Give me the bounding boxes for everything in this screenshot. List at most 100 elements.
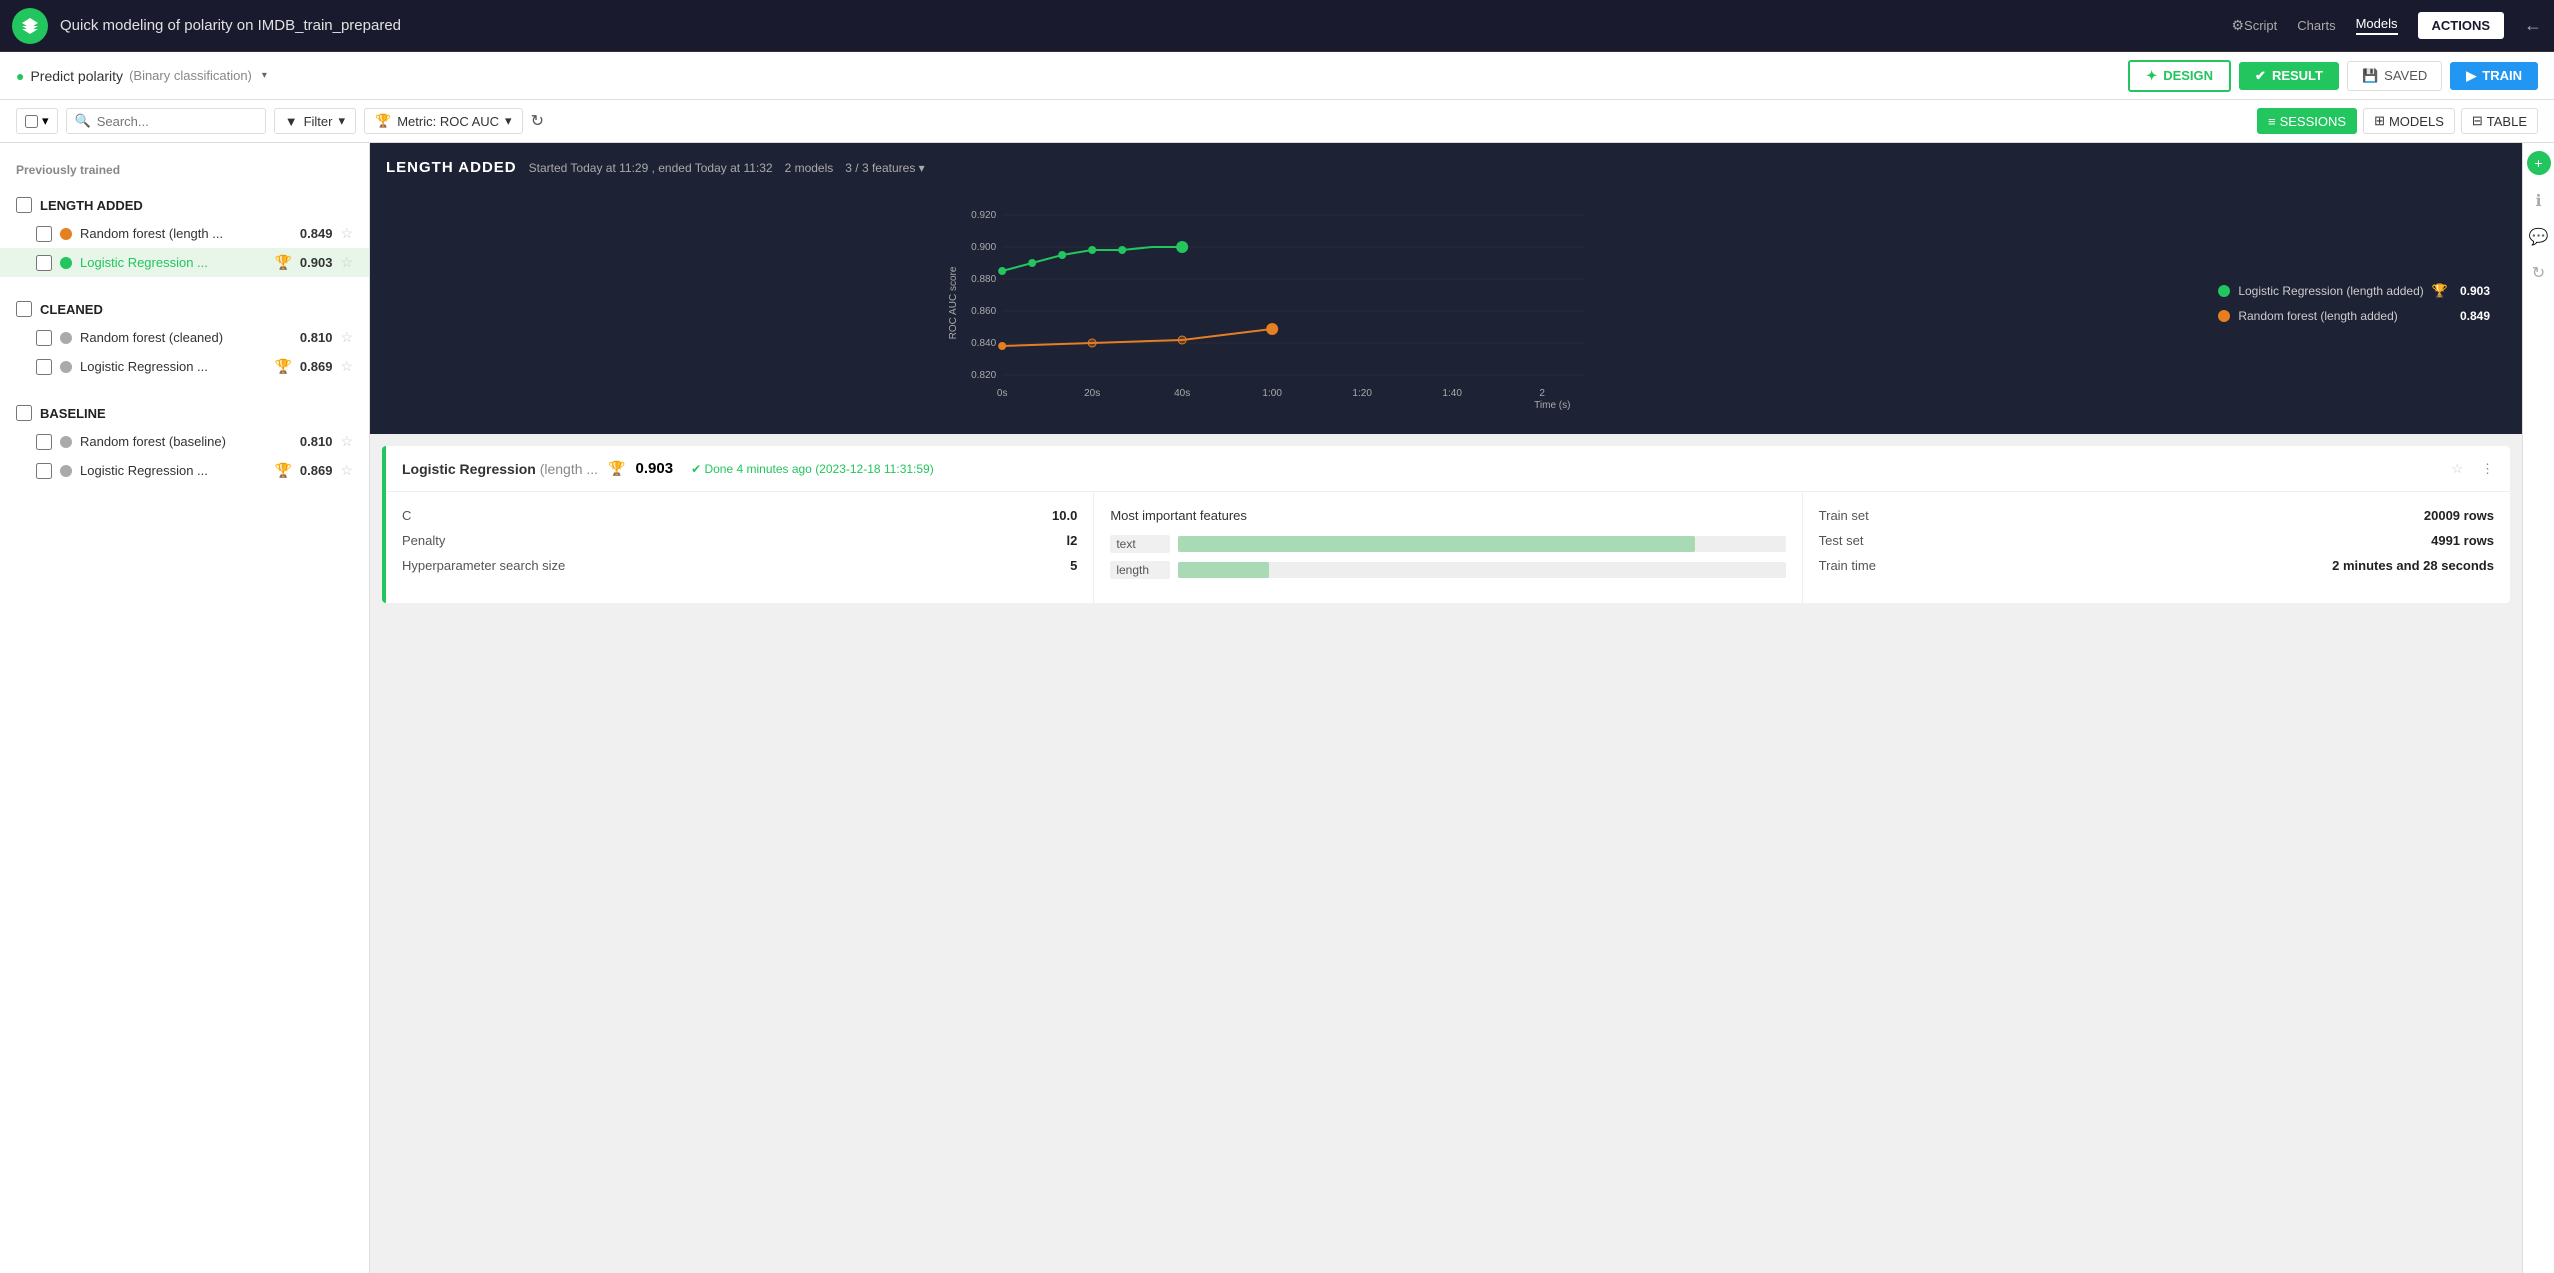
add-icon[interactable]: + — [2527, 151, 2551, 175]
feature-text-bar-bg — [1178, 536, 1785, 552]
model-card-features: Most important features text length — [1094, 492, 1802, 603]
section-cleaned-checkbox[interactable] — [16, 301, 32, 317]
nav-models[interactable]: Models — [2356, 16, 2398, 35]
main-layout: Previously trained LENGTH ADDED Random f… — [0, 143, 2554, 1273]
section-cleaned-title: CLEANED — [40, 302, 103, 317]
model-card-done: ✔ Done 4 minutes ago (2023-12-18 11:31:5… — [691, 462, 934, 476]
chart-svg: ROC AUC score 0.920 0.900 0.880 0.860 0.… — [386, 188, 2202, 418]
feature-length-label: length — [1110, 561, 1170, 579]
sub-nav-right: ✦ DESIGN ✔ RESULT 💾 SAVED ▶ TRAIN — [2128, 60, 2538, 92]
legend-score-lr: 0.903 — [2460, 284, 2490, 298]
predict-dropdown-arrow[interactable]: ▾ — [262, 70, 267, 81]
search-box: 🔍 — [66, 108, 266, 134]
predict-text: Predict polarity — [30, 68, 123, 84]
param-penalty-value: l2 — [1066, 533, 1077, 548]
model-name-rf-baseline: Random forest (baseline) — [80, 434, 292, 449]
select-all-checkbox[interactable]: ▾ — [16, 108, 58, 134]
spacer-1 — [0, 277, 369, 293]
section-cleaned: CLEANED — [0, 293, 369, 323]
model-item-rf-cleaned[interactable]: Random forest (cleaned) 0.810 ☆ — [0, 323, 369, 352]
model-name-rf-length: Random forest (length ... — [80, 226, 292, 241]
svg-text:0.820: 0.820 — [971, 370, 996, 381]
model-checkbox-lr-cleaned[interactable] — [36, 359, 52, 375]
section-length-added-checkbox[interactable] — [16, 197, 32, 213]
chat-icon[interactable]: 💬 — [2529, 227, 2549, 247]
checkbox-arrow[interactable]: ▾ — [42, 113, 49, 129]
model-checkbox-rf-baseline[interactable] — [36, 434, 52, 450]
svg-text:1:00: 1:00 — [1262, 388, 1282, 399]
result-icon: ✔ — [2255, 68, 2266, 84]
model-item-lr-cleaned[interactable]: Logistic Regression ... 🏆 0.869 ☆ — [0, 352, 369, 381]
settings-icon[interactable]: ⚙ — [2231, 17, 2244, 34]
result-button[interactable]: ✔ RESULT — [2239, 62, 2339, 90]
search-input[interactable] — [97, 114, 257, 129]
svg-text:0.880: 0.880 — [971, 274, 996, 285]
design-button[interactable]: ✦ DESIGN — [2128, 60, 2231, 92]
card-star-icon[interactable]: ☆ — [2451, 461, 2463, 477]
table-view-button[interactable]: ⊟ TABLE — [2461, 108, 2538, 134]
star-lr-cleaned[interactable]: ☆ — [340, 358, 353, 375]
section-baseline-checkbox[interactable] — [16, 405, 32, 421]
star-rf-cleaned[interactable]: ☆ — [340, 329, 353, 346]
train-button[interactable]: ▶ TRAIN — [2450, 62, 2538, 90]
card-menu-icon[interactable]: ⋮ — [2481, 461, 2494, 477]
saved-button[interactable]: 💾 SAVED — [2347, 61, 2442, 91]
metric-arrow: ▾ — [505, 113, 512, 129]
search-icon: 🔍 — [75, 113, 91, 129]
model-item-lr-baseline[interactable]: Logistic Regression ... 🏆 0.869 ☆ — [0, 456, 369, 485]
svg-text:0.900: 0.900 — [971, 242, 996, 253]
table-icon: ⊟ — [2472, 113, 2483, 129]
metric-select[interactable]: 🏆 Metric: ROC AUC ▾ — [364, 108, 523, 134]
model-card-title: Logistic Regression (length ... — [402, 461, 598, 477]
stats-train-time-value: 2 minutes and 28 seconds — [2332, 558, 2494, 573]
stats-train-set-value: 20009 rows — [2424, 508, 2494, 523]
train-label: TRAIN — [2482, 68, 2522, 83]
model-checkbox-lr-baseline[interactable] — [36, 463, 52, 479]
model-dot-lr-cleaned — [60, 361, 72, 373]
star-rf-length[interactable]: ☆ — [340, 225, 353, 242]
chart-title: LENGTH ADDED — [386, 159, 517, 176]
info-icon[interactable]: ℹ — [2535, 191, 2541, 211]
model-checkbox-rf-cleaned[interactable] — [36, 330, 52, 346]
star-lr-length[interactable]: ☆ — [340, 254, 353, 271]
select-all-input[interactable] — [25, 115, 38, 128]
stats-train-time: Train time 2 minutes and 28 seconds — [1819, 558, 2494, 573]
model-item-lr-length[interactable]: Logistic Regression ... 🏆 0.903 ☆ — [0, 248, 369, 277]
models-view-button[interactable]: ⊞ MODELS — [2363, 108, 2455, 134]
back-button[interactable]: ← — [2524, 15, 2542, 36]
nav-script[interactable]: Script — [2244, 18, 2277, 33]
stats-train-set: Train set 20009 rows — [1819, 508, 2494, 523]
card-trophy-icon: 🏆 — [608, 460, 625, 477]
param-search-size: Hyperparameter search size 5 — [402, 558, 1077, 573]
sync-icon[interactable]: ↻ — [2532, 263, 2545, 283]
model-item-rf-baseline[interactable]: Random forest (baseline) 0.810 ☆ — [0, 427, 369, 456]
trophy-icon: 🏆 — [375, 113, 391, 129]
model-name-lr-cleaned: Logistic Regression ... — [80, 359, 266, 374]
actions-button[interactable]: ACTIONS — [2418, 12, 2505, 39]
chart-features[interactable]: 3 / 3 features — [845, 161, 924, 175]
svg-text:0.840: 0.840 — [971, 338, 996, 349]
star-rf-baseline[interactable]: ☆ — [340, 433, 353, 450]
model-card-score: 0.903 — [636, 460, 674, 477]
nav-charts[interactable]: Charts — [2297, 18, 2335, 33]
svg-text:20s: 20s — [1084, 388, 1100, 399]
model-item-rf-length[interactable]: Random forest (length ... 0.849 ☆ — [0, 219, 369, 248]
model-card: Logistic Regression (length ... 🏆 0.903 … — [382, 446, 2510, 603]
svg-text:0s: 0s — [997, 388, 1008, 399]
models-icon: ⊞ — [2374, 113, 2385, 129]
sub-nav: ● Predict polarity (Binary classificatio… — [0, 52, 2554, 100]
filter-button[interactable]: ▼ Filter ▾ — [274, 108, 356, 134]
features-title: Most important features — [1110, 508, 1785, 523]
refresh-button[interactable]: ↻ — [531, 111, 544, 131]
stats-train-set-label: Train set — [1819, 508, 1869, 523]
svg-text:0.860: 0.860 — [971, 306, 996, 317]
sessions-view-button[interactable]: ≡ SESSIONS — [2257, 108, 2357, 134]
model-checkbox-lr-length[interactable] — [36, 255, 52, 271]
model-score-lr-baseline: 0.869 — [300, 463, 333, 478]
spacer-2 — [0, 381, 369, 397]
model-dot-lr-baseline — [60, 465, 72, 477]
top-nav: Quick modeling of polarity on IMDB_train… — [0, 0, 2554, 52]
model-checkbox-rf-length[interactable] — [36, 226, 52, 242]
star-lr-baseline[interactable]: ☆ — [340, 462, 353, 479]
train-icon: ▶ — [2466, 68, 2476, 84]
